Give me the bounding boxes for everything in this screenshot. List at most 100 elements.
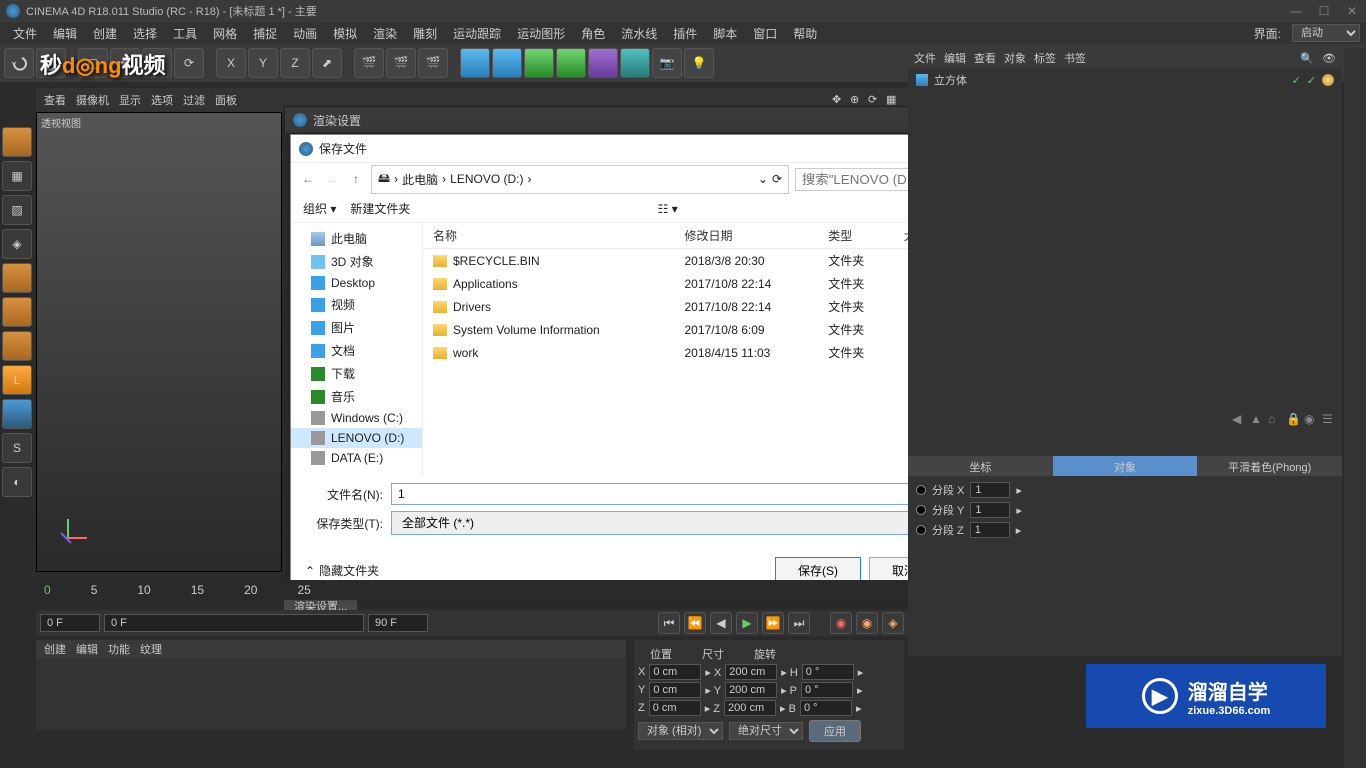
col-type[interactable]: 类型 [818, 223, 893, 249]
file-list[interactable]: 名称 修改日期 类型 大小 $RECYCLE.BIN2018/3/8 20:30… [423, 223, 953, 475]
step-forward-icon[interactable]: ⏩ [762, 612, 784, 634]
menu-render[interactable]: 渲染 [366, 23, 404, 44]
vp-menu-camera[interactable]: 摄像机 [76, 92, 109, 108]
seg-y-input[interactable] [970, 502, 1010, 518]
tree-music[interactable]: 音乐 [291, 385, 422, 408]
tweak-mode-icon[interactable] [2, 399, 32, 429]
step-back-icon[interactable]: ⏪ [684, 612, 706, 634]
menu-simulate[interactable]: 模拟 [326, 23, 364, 44]
filename-input[interactable] [391, 483, 939, 505]
deformer-icon[interactable] [588, 48, 618, 78]
tree-videos[interactable]: 视频 [291, 293, 422, 316]
snap-toggle-icon[interactable]: S [2, 433, 32, 463]
texture-mode-icon[interactable]: ▨ [2, 195, 32, 225]
tree-documents[interactable]: 文档 [291, 339, 422, 362]
attr-tab-coord[interactable]: 坐标 [908, 456, 1053, 476]
nav-pan-icon[interactable]: ✥ [832, 93, 846, 107]
breadcrumb[interactable]: 🖴 › 此电脑 › LENOVO (D:) › ⌄ ⟳ [371, 165, 789, 194]
hide-folders-toggle[interactable]: ⌃隐藏文件夹 [305, 562, 379, 579]
tree-pictures[interactable]: 图片 [291, 316, 422, 339]
om-eye-icon[interactable]: 👁 [1322, 52, 1336, 65]
mat-menu-create[interactable]: 创建 [44, 641, 66, 657]
frame-start-input[interactable] [40, 614, 100, 632]
undo-button[interactable] [4, 48, 34, 78]
attr-prev-icon[interactable]: ◀ [1232, 412, 1246, 426]
size-z-input[interactable] [724, 700, 776, 716]
om-menu-bookmarks[interactable]: 书签 [1064, 50, 1086, 66]
polygon-mode-icon[interactable] [2, 331, 32, 361]
seg-z-input[interactable] [970, 522, 1010, 538]
cube-primitive-icon[interactable] [460, 48, 490, 78]
close-button[interactable]: ✕ [1344, 3, 1360, 19]
tree-drive-d[interactable]: LENOVO (D:) [291, 428, 422, 448]
folder-tree[interactable]: 此电脑 3D 对象 Desktop 视频 图片 文档 下载 音乐 Windows… [291, 223, 423, 475]
play-forward-icon[interactable]: ▶ [736, 612, 758, 634]
tree-drive-c[interactable]: Windows (C:) [291, 408, 422, 428]
mat-menu-texture[interactable]: 纹理 [140, 641, 162, 657]
tree-downloads[interactable]: 下载 [291, 362, 422, 385]
axis-x-icon[interactable]: X [216, 48, 246, 78]
om-menu-object[interactable]: 对象 [1004, 50, 1026, 66]
menu-pipeline[interactable]: 流水线 [614, 23, 664, 44]
menu-select[interactable]: 选择 [126, 23, 164, 44]
tree-3d-objects[interactable]: 3D 对象 [291, 250, 422, 273]
pos-y-input[interactable] [649, 682, 701, 698]
menu-window[interactable]: 窗口 [746, 23, 784, 44]
menu-file[interactable]: 文件 [6, 23, 44, 44]
autokey-icon[interactable]: ◉ [856, 612, 878, 634]
mat-menu-function[interactable]: 功能 [108, 641, 130, 657]
size-x-input[interactable] [725, 664, 777, 680]
nav-back-button[interactable]: ← [299, 172, 317, 186]
pos-x-input[interactable] [649, 664, 701, 680]
edge-mode-icon[interactable] [2, 297, 32, 327]
tree-desktop[interactable]: Desktop [291, 273, 422, 293]
apply-button[interactable]: 应用 [809, 720, 861, 742]
rot-b-input[interactable] [800, 700, 852, 716]
menu-help[interactable]: 帮助 [786, 23, 824, 44]
camera-icon[interactable]: 📷 [652, 48, 682, 78]
workplane-icon[interactable]: ◈ [2, 229, 32, 259]
minimize-button[interactable]: — [1288, 3, 1304, 19]
vp-menu-panel[interactable]: 面板 [215, 92, 237, 108]
refresh-icon[interactable]: ⟳ [772, 172, 782, 186]
frame-end-input[interactable] [368, 614, 428, 632]
crumb-1[interactable]: LENOVO (D:) [450, 172, 523, 186]
vp-menu-display[interactable]: 显示 [119, 92, 141, 108]
file-row[interactable]: $RECYCLE.BIN2018/3/8 20:30文件夹 [423, 249, 953, 273]
point-mode-icon[interactable] [2, 263, 32, 293]
new-folder-button[interactable]: 新建文件夹 [350, 200, 410, 217]
pen-tool-icon[interactable] [492, 48, 522, 78]
axis-z-icon[interactable]: Z [280, 48, 310, 78]
object-name[interactable]: 立方体 [934, 72, 967, 88]
menu-snap[interactable]: 捕捉 [246, 23, 284, 44]
axis-y-icon[interactable]: Y [248, 48, 278, 78]
menu-tools[interactable]: 工具 [166, 23, 204, 44]
file-row[interactable]: Applications2017/10/8 22:14文件夹 [423, 272, 953, 295]
light-icon[interactable]: 💡 [684, 48, 714, 78]
seg-x-input[interactable] [970, 482, 1010, 498]
play-back-icon[interactable]: ◀ [710, 612, 732, 634]
om-menu-edit[interactable]: 编辑 [944, 50, 966, 66]
mat-menu-edit[interactable]: 编辑 [76, 641, 98, 657]
col-date[interactable]: 修改日期 [675, 223, 819, 249]
make-editable-icon[interactable] [2, 127, 32, 157]
render-settings-button[interactable]: 🎬 [418, 48, 448, 78]
rot-h-input[interactable] [802, 664, 854, 680]
attr-tab-phong[interactable]: 平滑着色(Phong) [1197, 456, 1342, 476]
object-row-cube[interactable]: 立方体 ✓ ✓ [908, 68, 1342, 92]
vp-menu-filter[interactable]: 过滤 [183, 92, 205, 108]
layout-select[interactable]: 启动 [1292, 24, 1360, 42]
om-menu-view[interactable]: 查看 [974, 50, 996, 66]
view-mode-button[interactable]: ☷ ▾ [658, 202, 678, 216]
om-search-icon[interactable]: 🔍 [1300, 52, 1314, 65]
attr-list-icon[interactable]: ☰ [1322, 412, 1336, 426]
menu-script[interactable]: 脚本 [706, 23, 744, 44]
col-name[interactable]: 名称 [423, 223, 675, 249]
file-row[interactable]: System Volume Information2017/10/8 6:09文… [423, 318, 953, 341]
menu-plugins[interactable]: 插件 [666, 23, 704, 44]
attr-lock-icon[interactable]: 🔒 [1286, 412, 1300, 426]
rot-p-input[interactable] [801, 682, 853, 698]
menu-create[interactable]: 创建 [86, 23, 124, 44]
attr-home-icon[interactable]: ⌂ [1268, 412, 1282, 426]
generator-icon[interactable] [556, 48, 586, 78]
